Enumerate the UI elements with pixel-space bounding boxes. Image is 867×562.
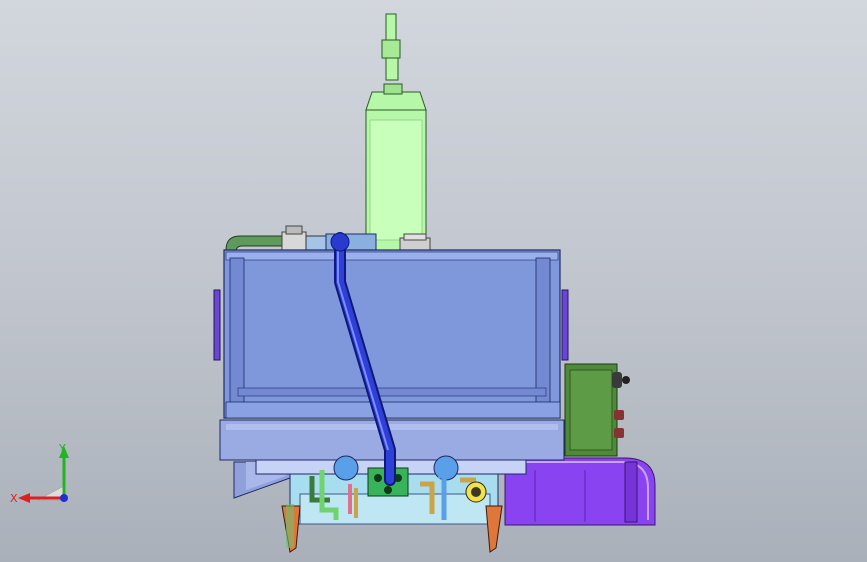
cad-3d-viewport[interactable]: Y X: [0, 0, 867, 562]
hydraulic-tank[interactable]: [213, 249, 569, 419]
x-axis-label: X: [10, 492, 18, 505]
y-axis-label: Y: [58, 442, 66, 455]
z-axis-dot: [60, 494, 68, 502]
coordinate-triad: Y X: [10, 442, 69, 505]
electrical-box[interactable]: [564, 363, 630, 457]
purple-frame[interactable]: [504, 457, 656, 526]
return-filter[interactable]: [365, 13, 427, 251]
hydraulic-unit-model[interactable]: [0, 0, 867, 562]
x-arrow-icon: [18, 493, 30, 503]
